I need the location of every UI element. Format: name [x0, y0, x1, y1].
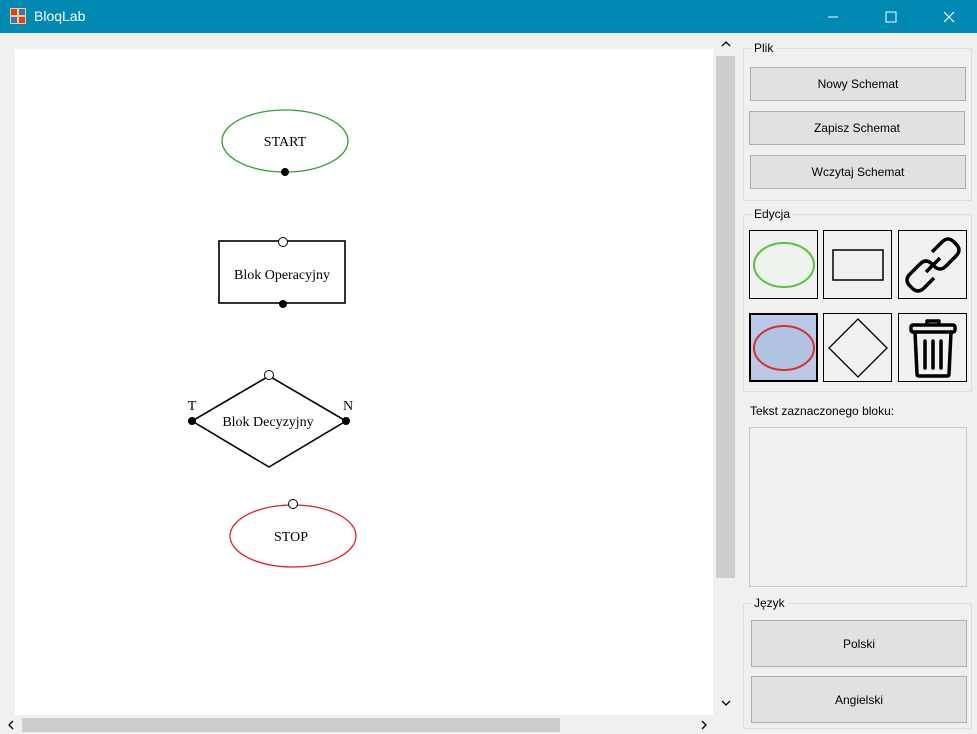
close-button[interactable] — [920, 0, 977, 33]
diagram-svg: START Blok Operacyjny Blok Decyzyjny T N — [188, 109, 357, 568]
link-icon — [904, 236, 961, 293]
link-tool-button[interactable] — [898, 230, 967, 299]
load-diagram-button[interactable]: Wczytaj Schemat — [750, 155, 966, 189]
selected-text-label: Tekst zaznaczonego bloku: — [750, 404, 895, 418]
start-output-connector[interactable] — [281, 168, 289, 176]
horizontal-scroll-thumb[interactable] — [22, 718, 560, 732]
stop-block-label: STOP — [274, 530, 308, 545]
minimize-button[interactable] — [804, 0, 862, 33]
chevron-down-icon — [721, 700, 731, 706]
vertical-scrollbar[interactable] — [714, 33, 738, 716]
scroll-right-button[interactable] — [695, 716, 713, 734]
close-icon — [943, 11, 955, 22]
diamond-icon — [827, 317, 888, 378]
decision-true-label: T — [188, 399, 197, 414]
maximize-button[interactable] — [862, 0, 920, 33]
new-diagram-button[interactable]: Nowy Schemat — [750, 67, 966, 101]
title-bar: BloqLab — [0, 0, 977, 33]
decision-false-label: N — [343, 399, 353, 414]
decision-input-connector[interactable] — [264, 370, 274, 380]
start-block[interactable]: START — [221, 109, 349, 176]
trash-icon — [908, 318, 957, 378]
selected-text-field[interactable] — [749, 427, 967, 587]
stop-block-tool-button[interactable] — [749, 313, 818, 382]
polish-language-button[interactable]: Polski — [751, 620, 967, 667]
decision-true-connector[interactable] — [188, 417, 196, 425]
chevron-left-icon — [8, 720, 14, 730]
english-language-button[interactable]: Angielski — [751, 676, 967, 723]
operation-input-connector[interactable] — [278, 237, 288, 247]
edit-group-title: Edycja — [751, 207, 794, 221]
start-block-label: START — [264, 135, 307, 150]
scroll-left-button[interactable] — [2, 716, 20, 734]
window-title: BloqLab — [34, 8, 86, 24]
vertical-scroll-thumb[interactable] — [716, 56, 735, 578]
decision-block-tool-button[interactable] — [823, 313, 892, 382]
minimize-icon — [828, 16, 838, 17]
operation-block[interactable]: Blok Operacyjny — [218, 237, 346, 309]
operation-block-label: Blok Operacyjny — [234, 268, 330, 283]
decision-false-connector[interactable] — [342, 417, 350, 425]
diagram-area: START Blok Operacyjny Blok Decyzyjny T N — [0, 33, 738, 734]
start-block-tool-button[interactable] — [749, 230, 818, 299]
decision-block[interactable]: Blok Decyzyjny T N — [188, 370, 353, 468]
scroll-down-button[interactable] — [714, 694, 738, 712]
operation-output-connector[interactable] — [279, 300, 287, 308]
file-group-title: Plik — [751, 41, 777, 55]
decision-block-label: Blok Decyzyjny — [222, 415, 313, 430]
app-icon — [10, 8, 26, 24]
scroll-up-button[interactable] — [714, 35, 738, 53]
stop-input-connector[interactable] — [288, 499, 298, 509]
start-ellipse-icon — [752, 241, 815, 288]
rectangle-icon — [831, 248, 884, 281]
maximize-icon — [885, 11, 897, 22]
language-group-title: Język — [751, 596, 788, 610]
stop-block[interactable]: STOP — [229, 499, 357, 568]
stop-ellipse-icon — [752, 324, 815, 371]
save-diagram-button[interactable]: Zapisz Schemat — [749, 111, 965, 145]
delete-tool-button[interactable] — [898, 313, 967, 382]
operation-block-tool-button[interactable] — [823, 230, 892, 299]
chevron-right-icon — [701, 720, 707, 730]
chevron-up-icon — [721, 41, 731, 47]
horizontal-scrollbar[interactable] — [0, 716, 714, 734]
diagram-canvas[interactable]: START Blok Operacyjny Blok Decyzyjny T N — [15, 49, 713, 715]
